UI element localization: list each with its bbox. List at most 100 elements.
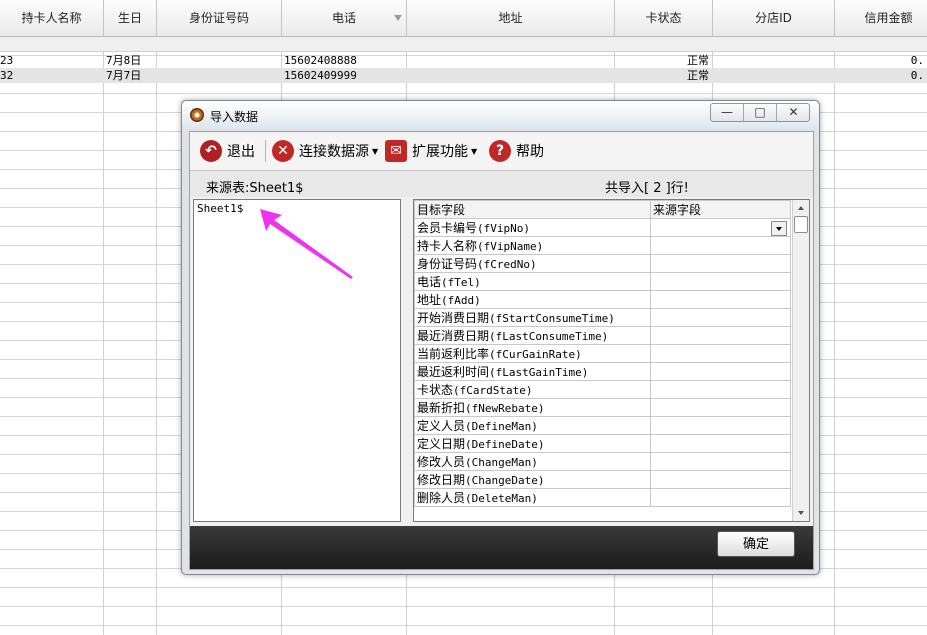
dialog-body: ↶ 退出 ✕ 连接数据源 ▼ ✉ 扩展功能 ▼ ? 帮助 来源表:Sheet1$… — [189, 131, 814, 570]
target-field-code: (fVipName) — [477, 240, 544, 253]
col-header-id-no[interactable]: 身份证号码 — [157, 0, 282, 36]
target-field-name: 开始消费日期 — [417, 311, 490, 325]
cell-status[interactable]: 正常 — [615, 53, 709, 68]
app-icon — [190, 108, 204, 122]
cell-phone[interactable]: 15602409999 — [284, 68, 404, 83]
sort-icon[interactable] — [394, 15, 402, 21]
target-field-cell[interactable]: 地址(fAdd) — [414, 290, 651, 309]
table-row[interactable]: 最新折扣(fNewRebate) — [414, 398, 791, 417]
target-field-cell[interactable]: 定义日期(DefineDate) — [414, 434, 651, 453]
source-field-dropdown[interactable] — [771, 221, 787, 236]
cell-birthday[interactable]: 7月7日 — [106, 68, 156, 83]
target-field-code: (fNewRebate) — [465, 402, 545, 415]
target-field-cell[interactable]: 卡状态(fCardState) — [414, 380, 651, 399]
source-sheet-list[interactable]: Sheet1$ — [193, 199, 401, 522]
table-row[interactable]: 会员卡编号(fVipNo) — [414, 218, 791, 237]
source-field-cell[interactable] — [650, 326, 791, 345]
target-field-name: 定义日期 — [417, 437, 466, 451]
cell-credit[interactable]: 0. — [835, 53, 924, 68]
target-field-cell[interactable]: 修改人员(ChangeMan) — [414, 452, 651, 471]
minimize-button[interactable]: — — [711, 104, 743, 121]
connect-datasource-button[interactable]: ✕ 连接数据源 ▼ — [272, 138, 378, 164]
table-row[interactable]: 修改人员(ChangeMan) — [414, 452, 791, 471]
col-header-name[interactable]: 持卡人名称 — [0, 0, 104, 36]
table-row[interactable]: 开始消费日期(fStartConsumeTime) — [414, 308, 791, 327]
col-header-birthday[interactable]: 生日 — [104, 0, 157, 36]
target-field-cell[interactable]: 最新折扣(fNewRebate) — [414, 398, 651, 417]
extend-features-button[interactable]: ✉ 扩展功能 ▼ — [385, 138, 477, 164]
target-field-cell[interactable]: 最近消费日期(fLastConsumeTime) — [414, 326, 651, 345]
table-row[interactable]: 地址(fAdd) — [414, 290, 791, 309]
col-header-phone[interactable]: 电话 — [282, 0, 407, 36]
col-header-branch-id[interactable]: 分店ID — [713, 0, 835, 36]
col-header-card-status[interactable]: 卡状态 — [615, 0, 713, 36]
table-row[interactable]: 32 7月7日 15602409999 正常 0. — [0, 68, 927, 83]
cell-credit[interactable]: 0. — [835, 68, 924, 83]
source-field-cell[interactable] — [650, 308, 791, 327]
target-field-code: (fVipNo) — [477, 222, 530, 235]
table-row[interactable]: 23 7月8日 15602408888 正常 0. — [0, 53, 927, 68]
source-field-cell[interactable] — [650, 218, 791, 237]
source-field-cell[interactable] — [650, 488, 791, 507]
target-field-cell[interactable]: 定义人员(DefineMan) — [414, 416, 651, 435]
source-field-cell[interactable] — [650, 416, 791, 435]
table-row[interactable]: 电话(fTel) — [414, 272, 791, 291]
source-table-label: 来源表:Sheet1$ — [206, 181, 304, 196]
source-field-cell[interactable] — [650, 380, 791, 399]
cell-phone[interactable]: 15602408888 — [284, 53, 404, 68]
scroll-thumb[interactable] — [794, 216, 808, 233]
source-field-cell[interactable] — [650, 272, 791, 291]
source-field-cell[interactable] — [650, 254, 791, 273]
source-field-cell[interactable] — [650, 236, 791, 255]
help-button[interactable]: ? 帮助 — [489, 138, 544, 164]
col-header-address[interactable]: 地址 — [407, 0, 615, 36]
cell-name[interactable]: 23 — [0, 53, 103, 68]
target-field-cell[interactable]: 身份证号码(fCredNo) — [414, 254, 651, 273]
dialog-titlebar[interactable]: 导入数据 — □ ✕ — [182, 101, 819, 129]
close-button[interactable]: ✕ — [776, 104, 810, 121]
source-field-cell[interactable] — [650, 344, 791, 363]
table-row[interactable]: 身份证号码(fCredNo) — [414, 254, 791, 273]
cell-status[interactable]: 正常 — [615, 68, 709, 83]
source-field-cell[interactable] — [650, 434, 791, 453]
source-field-cell[interactable] — [650, 452, 791, 471]
source-field-cell[interactable] — [650, 470, 791, 489]
cell-name[interactable]: 32 — [0, 68, 103, 83]
table-row[interactable]: 卡状态(fCardState) — [414, 380, 791, 399]
ok-button[interactable]: 确定 — [717, 531, 795, 557]
filter-row[interactable] — [0, 37, 927, 52]
connect-label: 连接数据源 — [299, 144, 369, 160]
exit-button[interactable]: ↶ 退出 — [200, 138, 255, 164]
col-header-credit[interactable]: 信用金额 — [835, 0, 927, 36]
target-field-cell[interactable]: 最近返利时间(fLastGainTime) — [414, 362, 651, 381]
table-row[interactable]: 当前返利比率(fCurGainRate) — [414, 344, 791, 363]
table-row[interactable]: 定义人员(DefineMan) — [414, 416, 791, 435]
target-field-cell[interactable]: 会员卡编号(fVipNo) — [414, 218, 651, 237]
target-field-cell[interactable]: 持卡人名称(fVipName) — [414, 236, 651, 255]
table-row[interactable]: 最近返利时间(fLastGainTime) — [414, 362, 791, 381]
table-row[interactable]: 持卡人名称(fVipName) — [414, 236, 791, 255]
target-field-name: 会员卡编号 — [417, 221, 478, 235]
source-field-cell[interactable] — [650, 398, 791, 417]
target-field-cell[interactable]: 删除人员(DeleteMan) — [414, 488, 651, 507]
scroll-up-icon[interactable] — [798, 206, 804, 210]
maximize-button[interactable]: □ — [743, 104, 776, 121]
source-field-cell[interactable] — [650, 290, 791, 309]
table-row[interactable]: 修改日期(ChangeDate) — [414, 470, 791, 489]
target-field-cell[interactable]: 开始消费日期(fStartConsumeTime) — [414, 308, 651, 327]
target-field-cell[interactable]: 电话(fTel) — [414, 272, 651, 291]
import-count-label: 共导入[ 2 ]行! — [605, 181, 689, 196]
vertical-scrollbar[interactable] — [792, 200, 809, 521]
scroll-down-icon[interactable] — [798, 511, 804, 515]
target-field-cell[interactable]: 当前返利比率(fCurGainRate) — [414, 344, 651, 363]
field-mapping-grid[interactable]: 目标字段 来源字段 会员卡编号(fVipNo) 持卡人名称(fVipName) 身份… — [413, 199, 810, 522]
target-field-cell[interactable]: 修改日期(ChangeDate) — [414, 470, 651, 489]
cell-birthday[interactable]: 7月8日 — [106, 53, 156, 68]
table-row[interactable]: 删除人员(DeleteMan) — [414, 488, 791, 507]
mapping-header-target: 目标字段 — [414, 200, 651, 219]
table-row[interactable]: 最近消费日期(fLastConsumeTime) — [414, 326, 791, 345]
extend-label: 扩展功能 — [412, 144, 468, 160]
list-item[interactable]: Sheet1$ — [197, 202, 243, 215]
table-row[interactable]: 定义日期(DefineDate) — [414, 434, 791, 453]
source-field-cell[interactable] — [650, 362, 791, 381]
